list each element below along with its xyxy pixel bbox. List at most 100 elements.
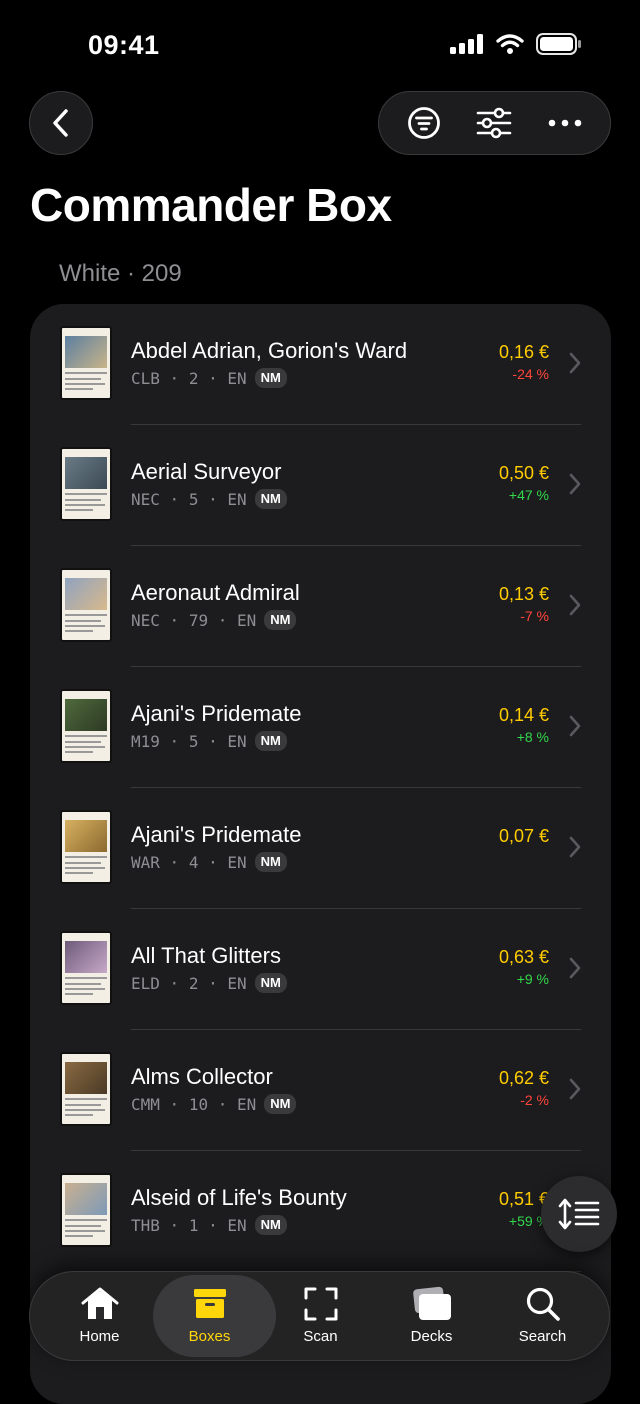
card-meta: WAR · 4 · EN NM — [131, 852, 287, 872]
card-price: 0,13 € — [498, 584, 549, 604]
status-time: 09:41 — [88, 30, 160, 60]
card-language: EN — [227, 973, 247, 993]
ellipsis-icon — [548, 119, 582, 127]
chevron-right-icon — [569, 836, 581, 858]
tab-bar: Home Boxes Scan Decks Search — [29, 1271, 610, 1361]
chevron-right-icon — [569, 957, 581, 979]
card-quantity: 79 — [188, 610, 209, 630]
chevron-right-icon — [569, 352, 581, 374]
meta-separator: · — [198, 731, 228, 751]
cellular-signal-icon — [450, 34, 483, 54]
card-thumbnail — [60, 1173, 112, 1247]
card-quantity: 2 — [188, 973, 199, 993]
meta-separator: · — [159, 610, 189, 630]
adjust-button[interactable] — [468, 97, 520, 149]
card-meta: CMM · 10 · EN NM — [131, 1094, 297, 1114]
condition-badge: NM — [254, 489, 287, 509]
card-name: Ajani's Pridemate — [131, 701, 302, 726]
card-price: 0,63 € — [498, 947, 549, 967]
card-quantity: 4 — [188, 852, 199, 872]
card-meta: NEC · 79 · EN NM — [131, 610, 297, 630]
meta-separator: · — [159, 1094, 189, 1114]
tab-decks[interactable]: Decks — [376, 1272, 487, 1360]
card-row[interactable]: Alseid of Life's Bounty THB · 1 · EN NM 0… — [30, 1151, 611, 1272]
card-language: EN — [227, 1215, 247, 1235]
card-language: EN — [236, 1094, 257, 1114]
card-row[interactable]: Aerial Surveyor NEC · 5 · EN NM 0,50 € +4… — [30, 425, 611, 546]
card-price: 0,62 € — [498, 1068, 549, 1088]
card-language: EN — [227, 489, 247, 509]
card-set: THB — [131, 1215, 160, 1235]
house-icon — [81, 1287, 118, 1319]
card-name: Alseid of Life's Bounty — [131, 1185, 347, 1210]
condition-badge: NM — [254, 368, 287, 388]
card-thumbnail — [60, 1052, 112, 1126]
card-name: Alms Collector — [131, 1064, 273, 1089]
card-meta: NEC · 5 · EN NM — [131, 489, 287, 509]
back-button[interactable] — [29, 91, 93, 155]
price-change: -24 % — [512, 366, 549, 382]
card-name: Aerial Surveyor — [131, 459, 282, 484]
more-button[interactable] — [539, 97, 591, 149]
card-price: 0,16 € — [498, 342, 549, 362]
condition-badge: NM — [254, 1215, 287, 1235]
card-language: EN — [227, 731, 247, 751]
tab-boxes[interactable]: Boxes — [153, 1272, 276, 1360]
tab-label: Decks — [410, 1328, 453, 1345]
price-change: -7 % — [520, 608, 549, 624]
card-quantity: 2 — [188, 368, 199, 388]
section-header: White · 209 — [59, 260, 182, 287]
chevron-right-icon — [569, 473, 581, 495]
card-thumbnail — [60, 810, 112, 884]
card-thumbnail — [60, 568, 112, 642]
tab-search[interactable]: Search — [487, 1272, 598, 1360]
condition-badge: NM — [254, 973, 287, 993]
price-change: +9 % — [516, 971, 549, 987]
card-set: WAR — [131, 852, 160, 872]
meta-separator: · — [159, 852, 189, 872]
price-change: -2 % — [520, 1092, 549, 1108]
card-set: CLB — [131, 368, 160, 388]
meta-separator: · — [159, 731, 189, 751]
archive-box-icon — [193, 1289, 226, 1318]
card-quantity: 5 — [188, 489, 199, 509]
card-quantity: 1 — [188, 1215, 199, 1235]
card-thumbnail — [60, 447, 112, 521]
meta-separator: · — [208, 610, 237, 630]
card-row[interactable]: Alms Collector CMM · 10 · EN NM 0,62 € -2… — [30, 1030, 611, 1151]
meta-separator: · — [198, 368, 228, 388]
chevron-right-icon — [569, 715, 581, 737]
card-row[interactable]: Aeronaut Admiral NEC · 79 · EN NM 0,13 € … — [30, 546, 611, 667]
card-meta: CLB · 2 · EN NM — [131, 368, 287, 388]
tab-home[interactable]: Home — [44, 1272, 155, 1360]
card-price: 0,14 € — [498, 705, 549, 725]
card-price: 0,50 € — [498, 463, 549, 483]
card-name: Ajani's Pridemate — [131, 822, 302, 847]
condition-badge: NM — [254, 852, 287, 872]
tab-label: Search — [518, 1328, 567, 1345]
sort-button[interactable] — [541, 1176, 617, 1252]
card-row[interactable]: Abdel Adrian, Gorion's Ward CLB · 2 · EN… — [30, 304, 611, 425]
card-row[interactable]: All That Glitters ELD · 2 · EN NM 0,63 € … — [30, 909, 611, 1030]
filter-button[interactable] — [398, 97, 450, 149]
card-row[interactable]: Ajani's Pridemate WAR · 4 · EN NM 0,07 € — [30, 788, 611, 909]
card-set: NEC — [131, 610, 160, 630]
meta-separator: · — [198, 973, 228, 993]
condition-badge: NM — [254, 731, 287, 751]
card-thumbnail — [60, 931, 112, 1005]
card-list: Abdel Adrian, Gorion's Ward CLB · 2 · EN… — [30, 304, 611, 1404]
card-quantity: 5 — [188, 731, 199, 751]
filter-circle-icon — [408, 107, 441, 139]
status-icons — [450, 33, 582, 55]
card-set: ELD — [131, 973, 160, 993]
chevron-right-icon — [569, 594, 581, 616]
battery-icon — [536, 33, 581, 55]
price-change: +8 % — [516, 729, 549, 745]
card-set: CMM — [131, 1094, 160, 1114]
card-meta: M19 · 5 · EN NM — [131, 731, 287, 751]
meta-separator: · — [208, 1094, 237, 1114]
card-row[interactable]: Ajani's Pridemate M19 · 5 · EN NM 0,14 € … — [30, 667, 611, 788]
card-thumbnail — [60, 326, 112, 400]
card-meta: THB · 1 · EN NM — [131, 1215, 287, 1235]
tab-scan[interactable]: Scan — [265, 1272, 376, 1360]
